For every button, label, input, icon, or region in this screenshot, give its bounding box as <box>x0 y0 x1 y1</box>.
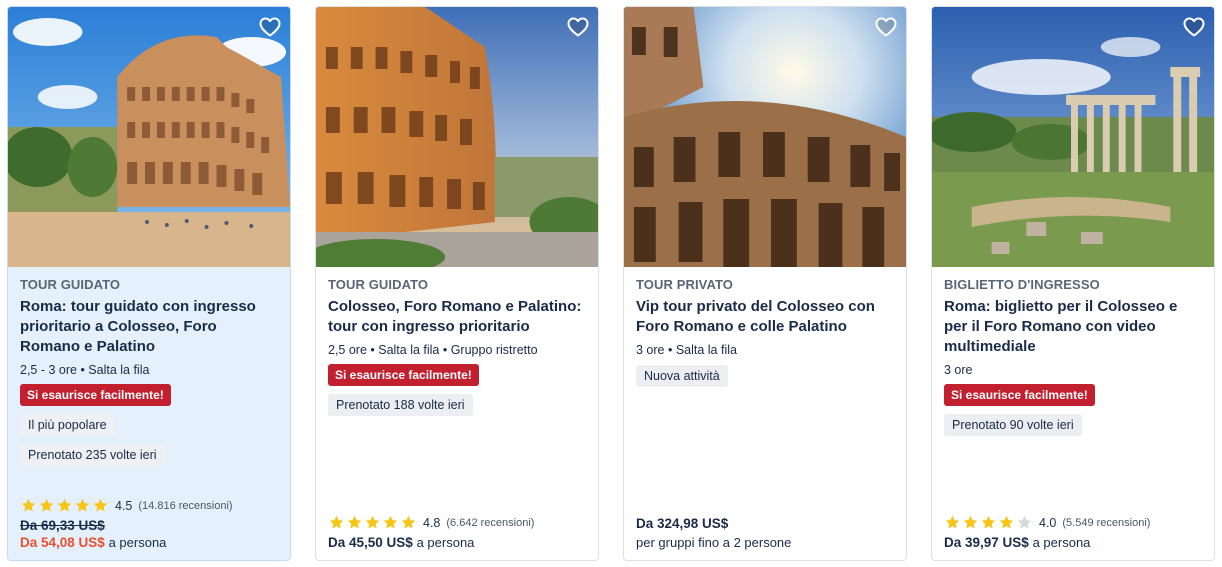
star-filled-icon <box>382 514 399 531</box>
colosseum-photo-image <box>8 7 290 267</box>
activity-card-4[interactable]: BIGLIETTO D'INGRESSO Roma: biglietto per… <box>931 6 1215 561</box>
activity-category: BIGLIETTO D'INGRESSO <box>944 277 1100 292</box>
activity-category: TOUR PRIVATO <box>636 277 734 292</box>
activity-title[interactable]: Vip tour privato del Colosseo con Foro R… <box>636 297 894 337</box>
colosseum-sunset-photo[interactable] <box>316 7 598 267</box>
rating-score: 4.0 <box>1039 515 1057 530</box>
star-filled-icon <box>962 514 979 531</box>
review-count: (5.549 recensioni) <box>1062 516 1151 529</box>
likely-to-sell-out-badge: Si esaurisce facilmente! <box>328 364 479 386</box>
sale-price: Da 54,08 US$ <box>20 535 105 550</box>
wishlist-heart-icon[interactable] <box>1182 15 1206 39</box>
star-rating <box>944 514 1033 531</box>
activity-card-3[interactable]: TOUR PRIVATO Vip tour privato del Coloss… <box>623 6 907 561</box>
star-filled-icon <box>400 514 417 531</box>
activity-meta: 3 ore • Salta la fila <box>636 343 737 357</box>
booked-count-badge: Prenotato 90 volte ieri <box>944 414 1082 436</box>
card-body: TOUR PRIVATO Vip tour privato del Coloss… <box>624 267 906 560</box>
colosseum-closeup-photo-image <box>624 7 906 267</box>
wishlist-heart-icon[interactable] <box>566 15 590 39</box>
price-row: Da 324,98 US$ <box>636 516 894 531</box>
popular-badge: Il più popolare <box>20 414 115 436</box>
review-count: (6.642 recensioni) <box>446 516 535 529</box>
likely-to-sell-out-badge: Si esaurisce facilmente! <box>944 384 1095 406</box>
card-body: BIGLIETTO D'INGRESSO Roma: biglietto per… <box>932 267 1214 560</box>
star-filled-icon <box>20 497 37 514</box>
activity-title[interactable]: Colosseo, Foro Romano e Palatino: tour c… <box>328 297 586 337</box>
wishlist-heart-icon[interactable] <box>874 15 898 39</box>
star-filled-icon <box>944 514 961 531</box>
rating-score: 4.5 <box>115 498 133 513</box>
colosseum-sunset-photo-image <box>316 7 598 267</box>
price: Da 39,97 US$ <box>944 535 1029 550</box>
price: Da 324,98 US$ <box>636 516 729 531</box>
roman-forum-photo-image <box>932 7 1214 267</box>
rating-row: 4.8 (6.642 recensioni) <box>328 514 586 531</box>
price-row: Da 54,08 US$ a persona <box>20 535 278 550</box>
rating-row: 4.5 (14.816 recensioni) <box>20 497 278 514</box>
star-filled-icon <box>980 514 997 531</box>
star-filled-icon <box>74 497 91 514</box>
activity-meta: 3 ore <box>944 363 973 377</box>
star-filled-icon <box>346 514 363 531</box>
likely-to-sell-out-badge: Si esaurisce facilmente! <box>20 384 171 406</box>
star-filled-icon <box>328 514 345 531</box>
star-empty-icon <box>1016 514 1033 531</box>
activity-card-1[interactable]: TOUR GUIDATO Roma: tour guidato con ingr… <box>7 6 291 561</box>
price-unit: a persona <box>416 535 475 550</box>
star-filled-icon <box>92 497 109 514</box>
review-count: (14.816 recensioni) <box>138 499 233 512</box>
card-body: TOUR GUIDATO Roma: tour guidato con ingr… <box>8 267 290 560</box>
colosseum-closeup-photo[interactable] <box>624 7 906 267</box>
activity-title[interactable]: Roma: biglietto per il Colosseo e per il… <box>944 297 1202 357</box>
original-price: Da 69,33 US$ <box>20 518 105 533</box>
price: Da 45,50 US$ <box>328 535 413 550</box>
card-body: TOUR GUIDATO Colosseo, Foro Romano e Pal… <box>316 267 598 560</box>
activity-meta: 2,5 ore • Salta la fila • Gruppo ristret… <box>328 343 538 357</box>
star-rating <box>20 497 109 514</box>
star-filled-icon <box>38 497 55 514</box>
price-row: Da 39,97 US$ a persona <box>944 535 1202 550</box>
activity-card-2[interactable]: TOUR GUIDATO Colosseo, Foro Romano e Pal… <box>315 6 599 561</box>
price-unit: a persona <box>1032 535 1091 550</box>
star-filled-icon <box>56 497 73 514</box>
star-filled-icon <box>364 514 381 531</box>
price-unit: a persona <box>108 535 167 550</box>
activity-category: TOUR GUIDATO <box>20 277 121 292</box>
new-activity-badge: Nuova attività <box>636 365 728 387</box>
star-filled-icon <box>998 514 1015 531</box>
activity-category: TOUR GUIDATO <box>328 277 429 292</box>
star-rating <box>328 514 417 531</box>
booked-count-badge: Prenotato 188 volte ieri <box>328 394 473 416</box>
booked-count-badge: Prenotato 235 volte ieri <box>20 444 165 466</box>
rating-score: 4.8 <box>423 515 441 530</box>
activity-meta: 2,5 - 3 ore • Salta la fila <box>20 363 150 377</box>
rating-row: 4.0 (5.549 recensioni) <box>944 514 1202 531</box>
wishlist-heart-icon[interactable] <box>258 15 282 39</box>
roman-forum-photo[interactable] <box>932 7 1214 267</box>
colosseum-photo[interactable] <box>8 7 290 267</box>
price-row: Da 45,50 US$ a persona <box>328 535 586 550</box>
activity-title[interactable]: Roma: tour guidato con ingresso priorita… <box>20 297 278 357</box>
group-size-note: per gruppi fino a 2 persone <box>636 535 792 550</box>
